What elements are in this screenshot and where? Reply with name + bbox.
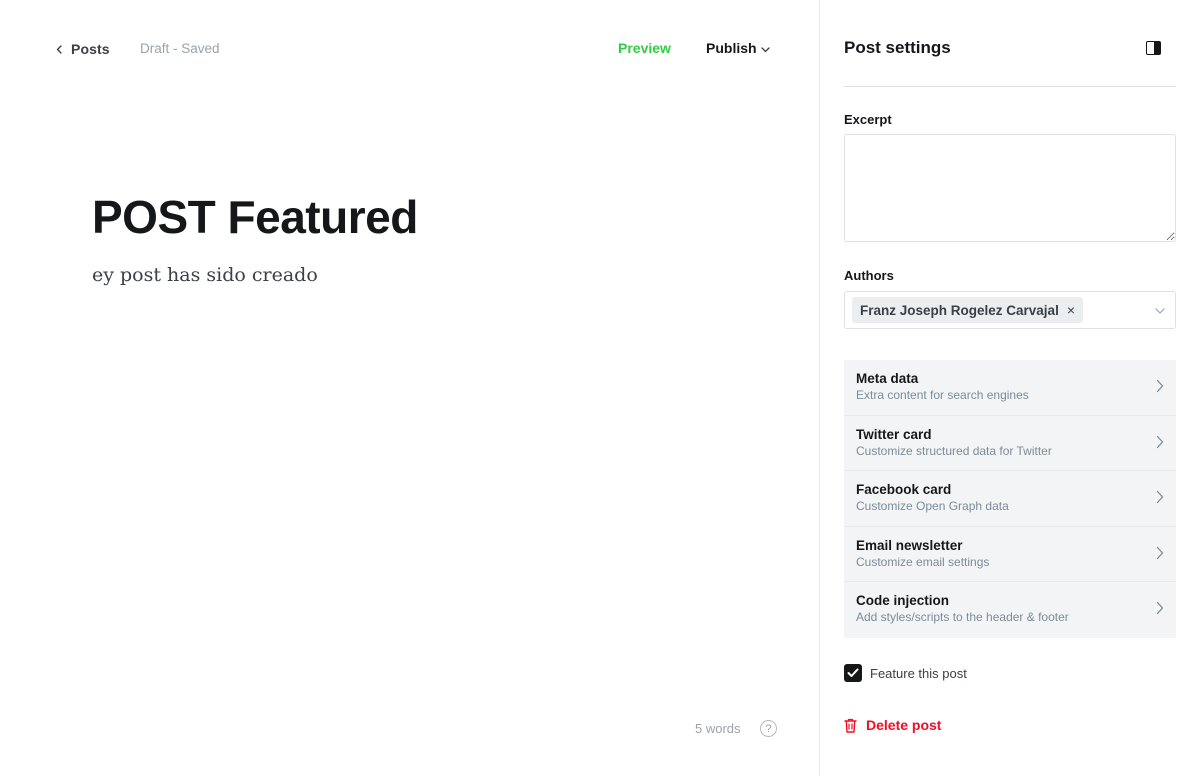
publish-label: Publish	[706, 40, 757, 56]
delete-post-button[interactable]: Delete post	[844, 717, 941, 733]
settings-item-code-injection[interactable]: Code injection Add styles/scripts to the…	[844, 582, 1176, 638]
settings-item-name: Meta data	[856, 371, 919, 386]
authors-select[interactable]: Franz Joseph Rogelez Carvajal ×	[844, 291, 1176, 329]
sidebar-toggle-icon[interactable]	[1146, 41, 1161, 55]
chevron-right-icon	[1156, 379, 1164, 393]
settings-item-twitter-card[interactable]: Twitter card Customize structured data f…	[844, 415, 1176, 472]
settings-item-email-newsletter[interactable]: Email newsletter Customize email setting…	[844, 526, 1176, 583]
checkmark-icon	[847, 668, 859, 677]
help-icon[interactable]: ?	[760, 720, 777, 737]
back-label: Posts	[71, 41, 110, 57]
feature-checkbox[interactable]	[844, 664, 862, 682]
sidebar-title: Post settings	[844, 38, 951, 57]
settings-item-name: Facebook card	[856, 482, 952, 498]
settings-item-name: Email newsletter	[856, 537, 963, 553]
editor-pane: Posts Draft - Saved Preview Publish POST…	[0, 0, 819, 776]
settings-item-desc: Add styles/scripts to the header & foote…	[856, 610, 1069, 625]
chevron-right-icon	[1156, 435, 1164, 448]
post-body[interactable]: ey post has sido creado	[92, 264, 318, 286]
settings-item-facebook-card[interactable]: Facebook card Customize Open Graph data	[844, 471, 1176, 527]
settings-item-desc: Customize email settings	[856, 554, 990, 569]
author-chip: Franz Joseph Rogelez Carvajal ×	[852, 297, 1084, 323]
chevron-down-icon	[1155, 308, 1165, 314]
chevron-right-icon	[1156, 491, 1164, 504]
feature-post-toggle[interactable]: Feature this post	[844, 664, 967, 682]
publish-button[interactable]: Publish	[706, 40, 770, 56]
author-name: Franz Joseph Rogelez Carvajal	[860, 302, 1059, 318]
draft-status: Draft - Saved	[140, 41, 220, 56]
settings-item-meta-data[interactable]: Meta data Extra content for search engin…	[844, 360, 1176, 416]
chevron-down-icon	[760, 46, 770, 52]
chevron-right-icon	[1156, 602, 1164, 615]
feature-label: Feature this post	[870, 665, 967, 681]
excerpt-field[interactable]	[844, 134, 1176, 242]
authors-label: Authors	[844, 268, 894, 283]
excerpt-label: Excerpt	[844, 112, 892, 127]
settings-item-desc: Customize Open Graph data	[856, 499, 1009, 514]
trash-icon	[844, 718, 857, 733]
settings-item-name: Twitter card	[856, 426, 932, 442]
word-count: 5 words	[695, 721, 741, 736]
preview-button[interactable]: Preview	[618, 40, 671, 56]
field-divider	[844, 86, 1176, 87]
post-settings-sidebar: Post settings Excerpt Authors Franz Jose…	[820, 0, 1200, 776]
settings-list: Meta data Extra content for search engin…	[844, 360, 1176, 638]
delete-post-label: Delete post	[866, 717, 942, 733]
settings-item-desc: Extra content for search engines	[856, 388, 1029, 402]
settings-item-name: Code injection	[856, 593, 950, 609]
chevron-right-icon	[1156, 546, 1164, 559]
remove-author-icon[interactable]: ×	[1067, 302, 1075, 318]
chevron-left-icon	[56, 44, 62, 54]
settings-item-desc: Customize structured data for Twitter	[856, 443, 1052, 458]
post-title[interactable]: POST Featured	[92, 190, 418, 244]
back-to-posts-link[interactable]: Posts	[55, 40, 110, 58]
